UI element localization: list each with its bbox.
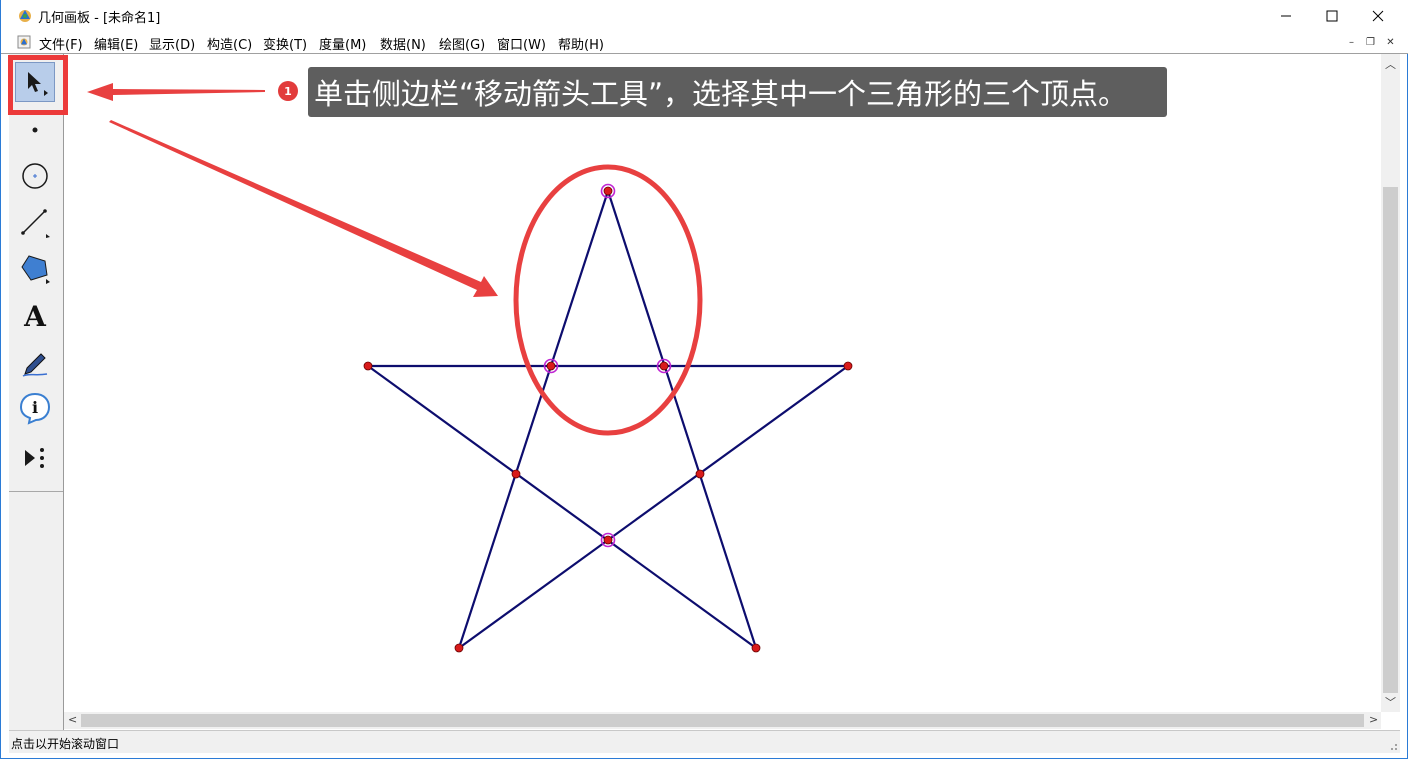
custom-tools-icon [25, 448, 44, 468]
menu-data[interactable]: 数据(N) [380, 34, 426, 53]
maximize-button[interactable] [1309, 0, 1355, 31]
vertical-scrollbar[interactable]: ︿ ﹀ [1381, 54, 1400, 712]
status-bar: 点击以开始滚动窗口 [9, 730, 1400, 753]
instruction-callout: 单击侧边栏“移动箭头工具”，选择其中一个三角形的三个顶点。 [308, 67, 1167, 117]
menu-edit[interactable]: 编辑(E) [94, 34, 138, 53]
horizontal-scroll-thumb[interactable] [81, 714, 1364, 727]
marker-tool-button[interactable] [15, 342, 55, 382]
info-glyph: i [32, 398, 38, 417]
point-icon [32, 127, 38, 133]
document-icon[interactable] [17, 35, 31, 49]
tool-palette: A i [9, 54, 64, 732]
menu-display[interactable]: 显示(D) [149, 34, 195, 53]
menu-help[interactable]: 帮助(H) [558, 34, 604, 53]
compass-tool-button[interactable] [15, 156, 55, 196]
segment-icon [21, 209, 50, 238]
menu-window[interactable]: 窗口(W) [497, 34, 546, 53]
polygon-icon [21, 255, 50, 284]
mdi-minimize-button[interactable]: – [1344, 35, 1359, 49]
instruction-text: 单击侧边栏“移动箭头工具”，选择其中一个三角形的三个顶点。 [314, 77, 1128, 111]
scroll-left-icon[interactable]: < [68, 713, 77, 726]
tool-highlight-box [8, 55, 68, 115]
scroll-up-icon[interactable]: ︿ [1385, 56, 1396, 72]
app-window: 几何画板 - [未命名1] 文件(F) 编辑(E) 显示(D) 构造(C) 变换… [0, 0, 1408, 759]
close-button[interactable] [1355, 0, 1401, 31]
minimize-button[interactable] [1263, 0, 1309, 31]
menu-measure[interactable]: 度量(M) [319, 34, 366, 53]
resize-grip-icon[interactable] [1388, 741, 1398, 751]
window-title: 几何画板 - [未命名1] [38, 11, 161, 26]
vertical-scroll-thumb[interactable] [1383, 187, 1398, 693]
marker-pen-icon [22, 353, 48, 377]
step-badge: 1 [278, 81, 298, 101]
menu-transform[interactable]: 变换(T) [263, 34, 307, 53]
toolbar-separator [9, 491, 63, 492]
polygon-tool-button[interactable] [15, 248, 55, 288]
menu-bar: 文件(F) 编辑(E) 显示(D) 构造(C) 变换(T) 度量(M) 数据(N… [1, 31, 1408, 53]
status-text: 点击以开始滚动窗口 [11, 737, 120, 751]
menu-construct[interactable]: 构造(C) [207, 34, 252, 53]
title-bar: 几何画板 - [未命名1] [1, 0, 1408, 31]
mdi-restore-button[interactable]: ❐ [1363, 35, 1378, 49]
text-A-icon: A [24, 299, 46, 333]
point-tool-button[interactable] [15, 109, 55, 149]
menu-file[interactable]: 文件(F) [39, 34, 83, 53]
horizontal-scrollbar[interactable]: < > [64, 712, 1381, 729]
scroll-down-icon[interactable]: ﹀ [1385, 694, 1396, 710]
minimize-icon [1281, 15, 1291, 16]
info-icon: i [19, 392, 51, 425]
circle-icon [22, 163, 48, 189]
maximize-icon [1326, 10, 1338, 21]
text-tool-button[interactable]: A [15, 296, 55, 336]
close-icon [1372, 10, 1384, 21]
sketch-canvas[interactable] [64, 54, 1381, 712]
information-tool-button[interactable]: i [15, 388, 55, 428]
straightedge-tool-button[interactable] [15, 202, 55, 242]
mdi-close-button[interactable]: ✕ [1383, 35, 1398, 49]
scroll-right-icon[interactable]: > [1369, 713, 1378, 726]
sketchpad-app-icon [19, 10, 31, 22]
custom-tool-button[interactable] [15, 438, 55, 478]
menu-graph[interactable]: 绘图(G) [439, 34, 485, 53]
